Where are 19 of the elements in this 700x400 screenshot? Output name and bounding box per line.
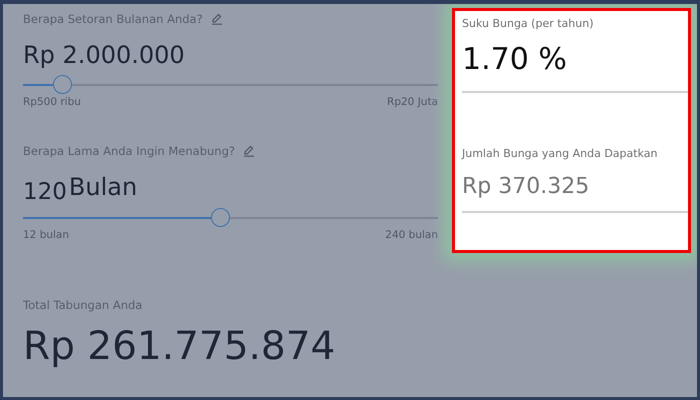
rate-label: Suku Bunga (per tahun) xyxy=(462,17,594,30)
duration-value: 120 xyxy=(23,178,67,207)
deposit-value: Rp 2.000.000 xyxy=(23,40,186,70)
rate-value: 1.70 % xyxy=(462,42,568,77)
max-label: 240 bulan xyxy=(385,229,438,241)
pencil-icon[interactable] xyxy=(243,145,255,157)
total-label: Total Tabungan Anda xyxy=(23,298,144,312)
interest-value: Rp 370.325 xyxy=(462,174,590,199)
total-value: Rp 261.775.874 xyxy=(23,324,336,369)
pencil-icon[interactable] xyxy=(210,13,223,25)
duration-unit: Bulan xyxy=(68,172,138,202)
field-label: Berapa Setoran Bulanan Anda? xyxy=(23,12,203,26)
interest-label: Jumlah Bunga yang Anda Dapatkan xyxy=(462,147,658,160)
min-label: 12 bulan xyxy=(23,229,70,241)
deposit-slider[interactable] xyxy=(23,75,438,94)
max-label: Rp20 Juta xyxy=(387,96,438,108)
min-label: Rp500 ribu xyxy=(23,96,81,108)
field-label: Berapa Lama Anda Ingin Menabung? xyxy=(23,144,235,158)
duration-slider[interactable] xyxy=(23,208,438,227)
